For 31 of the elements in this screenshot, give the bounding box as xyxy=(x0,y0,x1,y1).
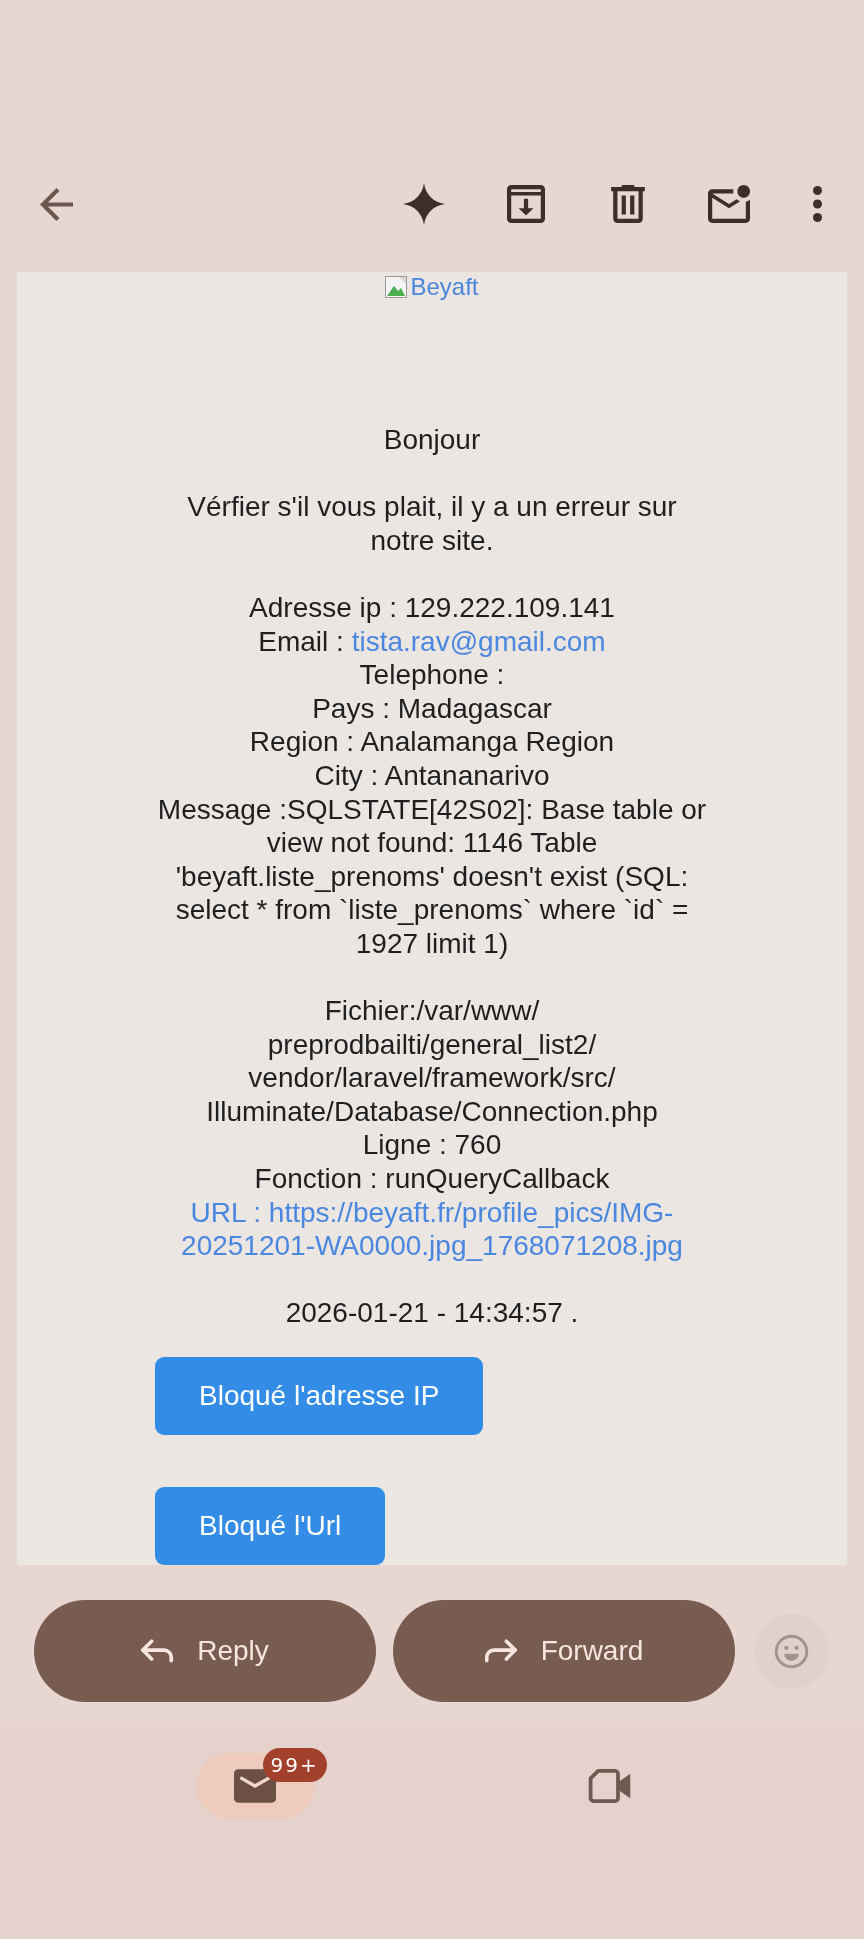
message-text: Fonction : runQueryCallback xyxy=(254,1162,610,1196)
forward-button[interactable]: Forward xyxy=(393,1600,735,1703)
message-text: 2026-01-21 - 14:34:57 . xyxy=(285,1296,579,1331)
message-text: Ligne : 760 xyxy=(362,1128,502,1163)
broken-image-icon xyxy=(385,276,408,298)
block-button[interactable]: Bloqué l'Url xyxy=(155,1487,386,1566)
message-text: Vérfier s'il vous plait, il y a un erreur sur notre site. xyxy=(186,490,678,558)
sparkle-icon[interactable] xyxy=(403,183,445,225)
more-options-icon[interactable] xyxy=(812,186,822,222)
message-text: Bonjour xyxy=(383,423,481,457)
video-camera-icon xyxy=(587,1769,631,1804)
forward-arrow-icon xyxy=(484,1638,517,1665)
smiley-icon xyxy=(774,1633,809,1669)
message-text: Message :SQLSTATE[42S02]: Base table or view not found: 1146 Table 'beyaft.liste_prenoms' doesn't exist (SQL: select * from `liste_prenoms` where `id` = 1927 limit 1) xyxy=(156,792,708,961)
block-button[interactable]: Bloqué l'adresse IP xyxy=(155,1357,484,1436)
reply-arrow-icon xyxy=(141,1638,174,1665)
message-text: Email : tista.rav@gmail.com xyxy=(258,624,606,659)
message-text: Telephone : xyxy=(359,658,505,692)
back-arrow-icon[interactable] xyxy=(40,187,73,221)
email-link[interactable]: tista.rav@gmail.com xyxy=(351,625,606,657)
message-text: City : Antananarivo xyxy=(314,758,550,793)
unread-count-badge: 99+ xyxy=(262,1748,327,1783)
message-text: Adresse ip : 129.222.109.141 xyxy=(249,590,615,625)
message-text: Pays : Madagascar xyxy=(312,691,552,726)
image-alt-text: Beyaft xyxy=(410,274,479,300)
message-text: Fichier:/var/www/ preprodbailti/general_list2/ vendor/laravel/framework/src/ Illuminate/Database/Connection.php xyxy=(206,994,658,1129)
reply-button[interactable]: Reply xyxy=(34,1600,376,1703)
archive-box-icon[interactable] xyxy=(507,185,545,223)
url-link[interactable]: URL : https://beyaft.fr/profile_pics/IMG-20251201-WA0000.jpg_1768071208.jpg xyxy=(154,1195,710,1263)
message-text: Region : Analamanga Region xyxy=(249,725,615,759)
trash-icon[interactable] xyxy=(611,185,645,223)
